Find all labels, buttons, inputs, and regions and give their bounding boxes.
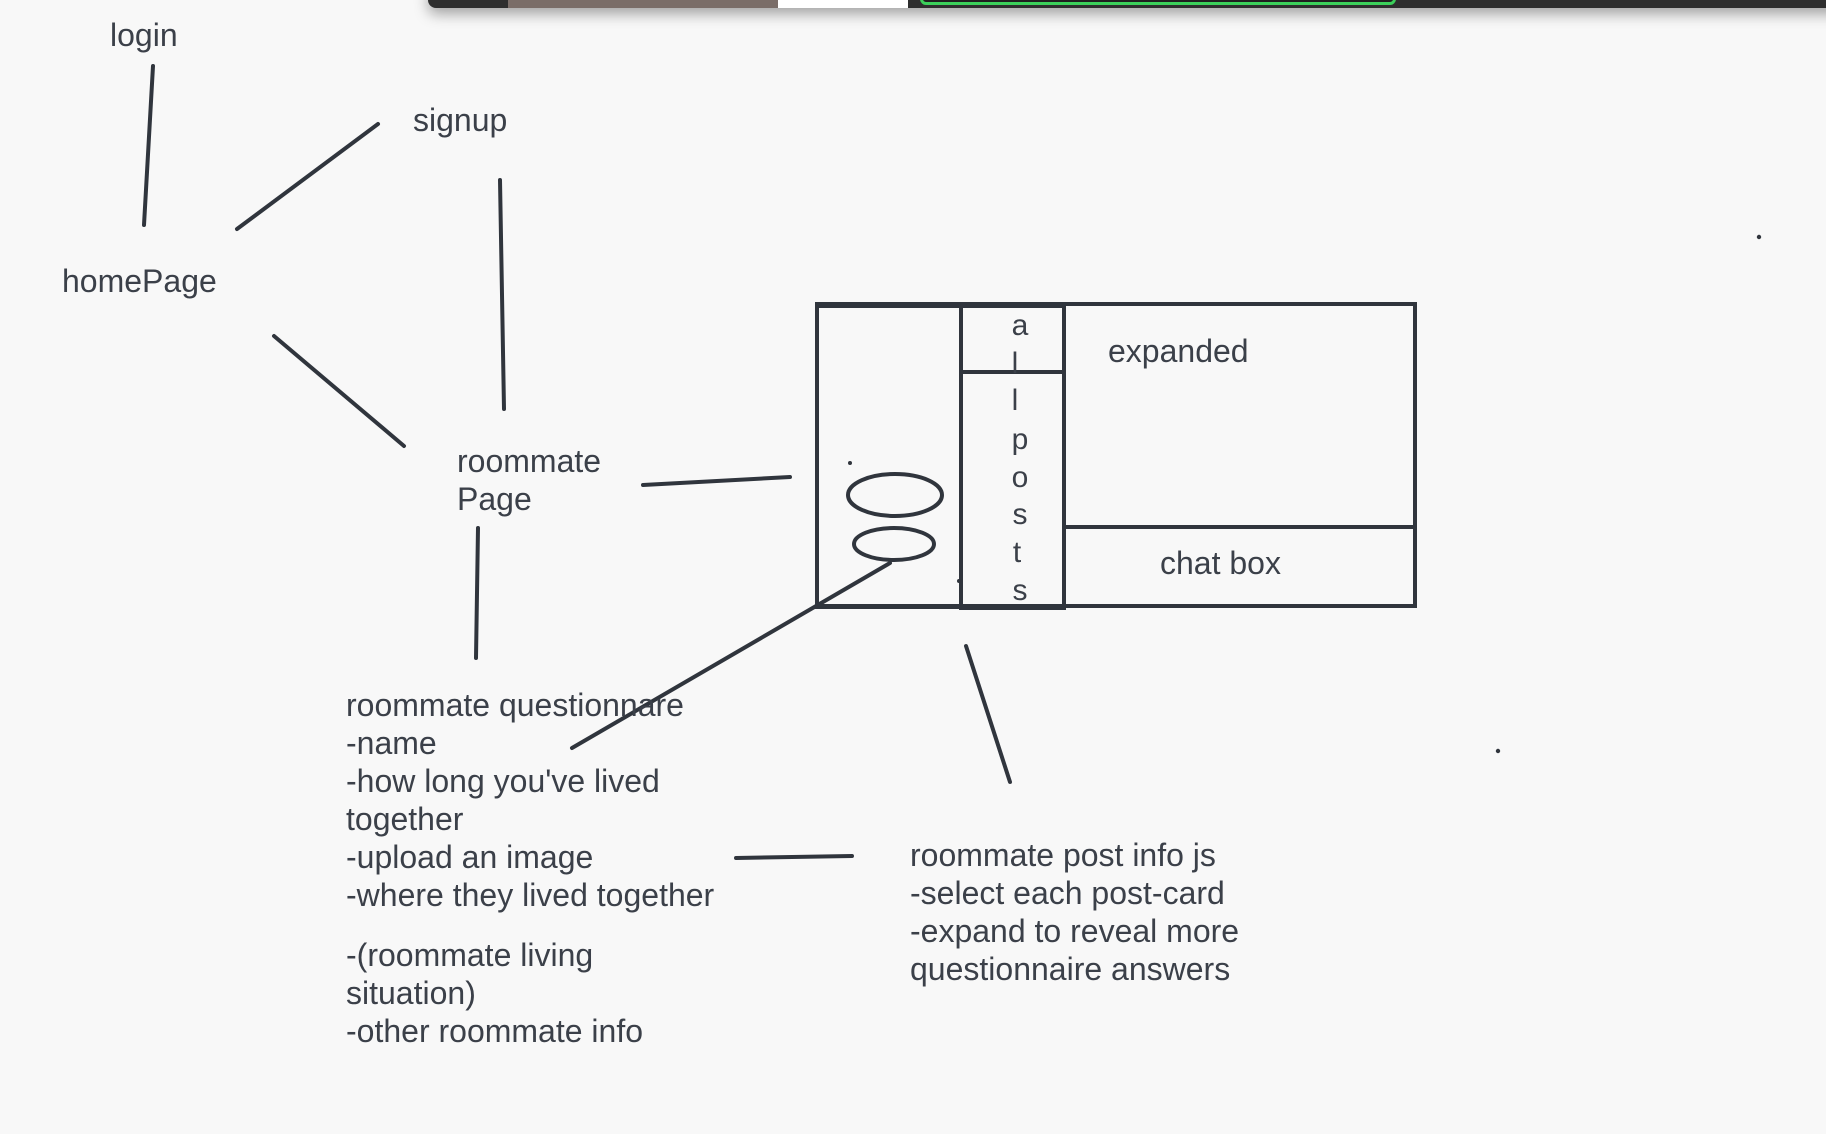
questionnaire-line: situation) [346,975,476,1011]
post-card-ellipse-2 [852,526,936,562]
allposts-letter: a [1011,309,1029,342]
allposts-letter: p [1011,423,1029,456]
questionnaire-line: -other roommate info [346,1013,644,1049]
questionnaire-line: -(roommate living [346,937,594,973]
connector-signup-home [235,122,380,231]
questionnaire-line: roommate questionnare [346,687,684,723]
post-info-line: questionnaire answers [910,951,1231,987]
questionnaire-line: together [346,801,464,837]
stray-dot-2 [957,579,961,583]
allposts-letter: l [1011,384,1019,417]
node-signup: signup [413,102,508,138]
allposts-letter: l [1011,347,1019,380]
stray-dot-4 [1495,748,1501,754]
connector-login-home [142,64,155,227]
connector-home-roommate [272,334,406,448]
stray-dot-3 [1756,234,1762,240]
stray-dot-1 [848,461,852,465]
questionnaire-line: -name [346,725,437,761]
connector-roommate-questionnaire [474,526,480,660]
node-roommate-page: roommate Page [457,442,601,518]
whiteboard-canvas: login signup homePage roommate Page expa… [0,0,1826,1134]
connector-signup-roommate [498,178,506,411]
allposts-letter: o [1011,461,1029,494]
roommate-page-line-2: Page [457,481,532,517]
node-login: login [110,17,178,53]
post-info-line: -expand to reveal more [910,913,1240,949]
questionnaire-gap [346,914,714,936]
post-info-line: -select each post-card [910,875,1225,911]
connector-wireframe-postinfo [964,644,1012,784]
allposts-letter: t [1012,536,1022,569]
allposts-letter: s [1012,498,1028,531]
wireframe-chat-box-label: chat box [1160,545,1281,581]
questionnaire-line: -upload an image [346,839,594,875]
post-info-notes: roommate post info js -select each post-… [910,836,1239,988]
wireframe-expanded-label: expanded [1108,333,1249,369]
post-card-ellipse-1 [846,472,944,518]
post-info-line: roommate post info js [910,837,1216,873]
node-home-page: homePage [62,263,217,299]
questionnaire-line: -how long you've lived [346,763,660,799]
questionnaire-line: -where they lived together [346,877,715,913]
allposts-letter: s [1012,574,1028,607]
roommate-page-line-1: roommate [457,443,602,479]
connector-questionnaire-postinfo [734,854,854,860]
questionnaire-notes: roommate questionnare -name -how long yo… [346,686,714,1050]
connector-roommate-wireframe [641,475,792,487]
